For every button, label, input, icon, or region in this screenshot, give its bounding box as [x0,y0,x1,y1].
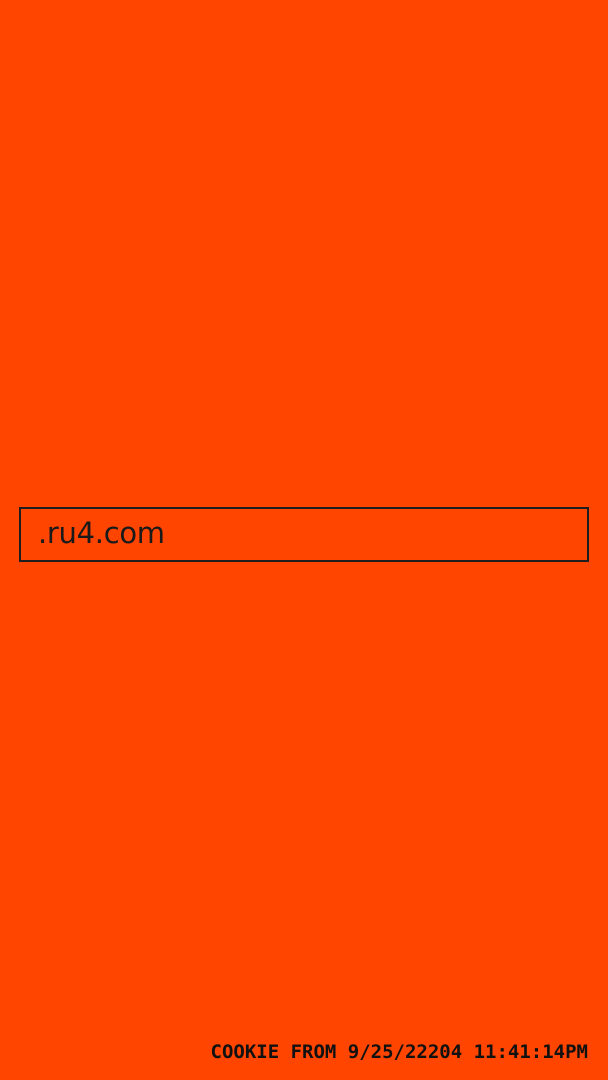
cookie-timestamp-label: COOKIE FROM 9/25/22204 11:41:14PM [210,1041,589,1063]
cookie-domain-field[interactable]: .ru4.com [19,507,589,562]
cookie-domain-text: .ru4.com [38,516,165,550]
